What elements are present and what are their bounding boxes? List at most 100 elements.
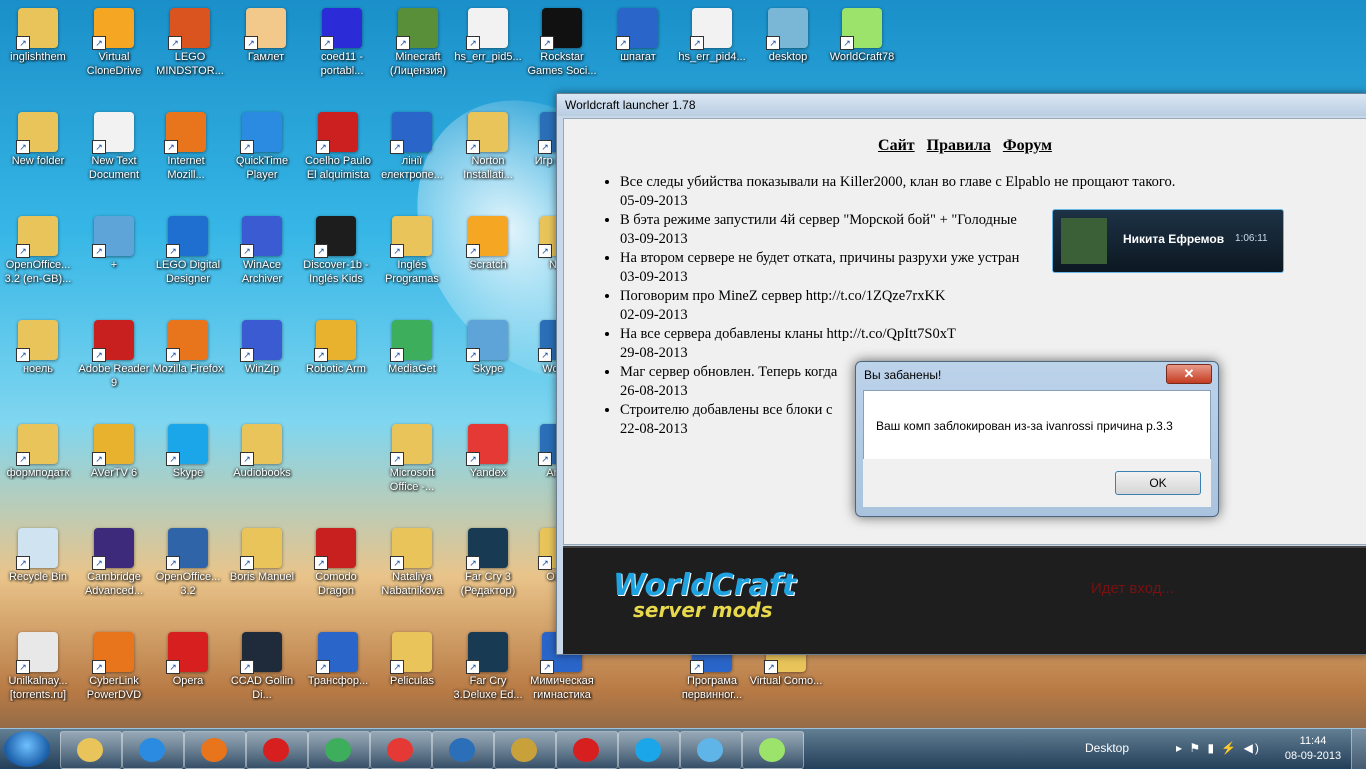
desktop-icon[interactable]: ↗ inglishthem — [0, 4, 76, 104]
shortcut-arrow-icon: ↗ — [314, 556, 328, 570]
desktop-icon[interactable]: ↗ Rockstar Games Soci... — [524, 4, 600, 104]
shortcut-arrow-icon: ↗ — [538, 244, 552, 258]
news-item: На все сервера добавлены кланы http://t.… — [620, 325, 1366, 363]
desktop-icon[interactable]: ↗ desktop — [750, 4, 826, 104]
desktop-icon[interactable]: ↗ coed11 -portabl... — [304, 4, 380, 104]
desktop-icon[interactable]: ↗ Opera — [150, 628, 226, 728]
desktop-icon[interactable]: ↗ WorldCraft78 — [824, 4, 900, 104]
desktop-icon[interactable]: ↗ Far Cry 3 (Редактор) — [450, 524, 526, 624]
dialog-message: Ваш комп заблокирован из-за ivanrossi пр… — [876, 419, 1173, 433]
desktop-icon[interactable]: ↗ AVerTV 6 — [76, 420, 152, 520]
desktop-icon[interactable]: ↗ Yandex — [450, 420, 526, 520]
desktop-icon[interactable]: ↗ LEGO MINDSTOR... — [152, 4, 228, 104]
shortcut-arrow-icon: ↗ — [538, 140, 552, 154]
desktop-icon[interactable]: ↗ Skype — [150, 420, 226, 520]
news-link[interactable]: http://t.co/QpItt7S0xT — [827, 326, 956, 342]
desktop-icon[interactable]: ↗ Coelho Paulo El alquimista — [300, 108, 376, 208]
taskbar-skype-button[interactable] — [618, 731, 680, 769]
desktop-icon[interactable]: ↗ Mozilla Firefox — [150, 316, 226, 416]
desktop-icon[interactable]: ↗ Adobe Reader 9 — [76, 316, 152, 416]
desktop-icon[interactable]: ↗ формподатк — [0, 420, 76, 520]
desktop-icon[interactable]: ↗ шпагат — [600, 4, 676, 104]
ban-dialog[interactable]: Вы забанены! ✕ Ваш комп заблокирован из-… — [855, 361, 1219, 517]
shortcut-arrow-icon: ↗ — [690, 660, 704, 674]
desktop-icon[interactable]: ↗ Peliculas — [374, 628, 450, 728]
dialog-close-button[interactable]: ✕ — [1166, 364, 1212, 384]
taskbar-network-button[interactable] — [680, 731, 742, 769]
clock[interactable]: 11:44 08-09-2013 — [1283, 734, 1343, 764]
desktop-icon[interactable]: ↗ OpenOffice... 3.2 (en-GB)... — [0, 212, 76, 312]
taskbar-chrome-button[interactable] — [308, 731, 370, 769]
tray-desktop-label[interactable]: Desktop — [1085, 741, 1129, 755]
desktop-icon-image: ↗ — [540, 8, 582, 50]
nav-rules-link[interactable]: Правила — [927, 137, 991, 154]
desktop-icon[interactable]: ↗ Discover-1b - Inglés Kids — [298, 212, 374, 312]
desktop-icon[interactable]: ↗ Robotic Arm — [298, 316, 374, 416]
shortcut-arrow-icon: ↗ — [92, 348, 106, 362]
desktop-icon[interactable]: ↗ Inglés Programas — [374, 212, 450, 312]
desktop-icon[interactable]: ↗ WinAce Archiver — [224, 212, 300, 312]
desktop-icon[interactable]: ↗ Minecraft (Лицензия) — [380, 4, 456, 104]
taskbar-firefox-button[interactable] — [184, 731, 246, 769]
tray-icons[interactable]: ▸ ⚑ ▮ ⚡ ◀) — [1176, 741, 1261, 755]
desktop-icon[interactable]: ↗ hs_err_pid4... — [674, 4, 750, 104]
desktop-icon[interactable]: ↗ Cambridge Advanced... — [76, 524, 152, 624]
nav-forum-link[interactable]: Форум — [1003, 137, 1052, 154]
desktop-icon[interactable]: ↗ Гамлет — [228, 4, 304, 104]
start-button[interactable] — [4, 731, 50, 767]
desktop-icon[interactable]: ↗ Audiobooks — [224, 420, 300, 520]
desktop-icon[interactable]: ↗ Far Cry 3.Deluxe Ed... — [450, 628, 526, 728]
taskbar-worldcraft-button[interactable] — [742, 731, 804, 769]
dialog-ok-button[interactable]: OK — [1115, 471, 1201, 495]
desktop-icon-label: Mozilla Firefox — [152, 363, 224, 375]
news-link[interactable]: http://t.co/1ZQze7rxKK — [806, 288, 946, 304]
notification-toast[interactable]: Никита Ефремов 1:06:11 — [1052, 209, 1284, 273]
desktop-icon-label: Unilkalnay... [torrents.ru] — [8, 675, 68, 701]
nav-site-link[interactable]: Сайт — [878, 137, 915, 154]
launcher-title-bar[interactable]: Worldcraft launcher 1.78 — [557, 94, 1366, 116]
desktop-icon[interactable]: ↗ Nataliya Nabatnikova — [374, 524, 450, 624]
taskbar-yandex-button[interactable] — [370, 731, 432, 769]
desktop-icon[interactable]: ↗ Scratch — [450, 212, 526, 312]
desktop-icon[interactable]: ↗ Comodo Dragon — [298, 524, 374, 624]
news-text: В бэта режиме запустили 4й сервер "Морск… — [620, 212, 1017, 228]
desktop-icon[interactable]: ↗ Recycle Bin — [0, 524, 76, 624]
desktop-icon[interactable]: ↗ Boris Manuel — [224, 524, 300, 624]
desktop-icon[interactable]: ↗ Microsoft Office -... — [374, 420, 450, 520]
desktop-icon[interactable]: ↗ LEGO Digital Designer — [150, 212, 226, 312]
taskbar-internet-explorer-button[interactable] — [122, 731, 184, 769]
desktop-icon[interactable]: ↗ Virtual CloneDrive — [76, 4, 152, 104]
desktop-icon[interactable]: ↗ New folder — [0, 108, 76, 208]
show-desktop-button[interactable] — [1351, 729, 1366, 769]
media-icon — [511, 738, 537, 762]
desktop-icon[interactable]: ↗ лінії електропе... — [374, 108, 450, 208]
desktop-icon[interactable]: ↗ New Text Document — [76, 108, 152, 208]
desktop-icon-label: LEGO MINDSTOR... — [156, 51, 224, 77]
taskbar-comodo-button[interactable] — [556, 731, 618, 769]
desktop-icon[interactable]: ↗ Трансфор... — [300, 628, 376, 728]
desktop-icon[interactable]: ↗ ноель — [0, 316, 76, 416]
desktop-icon-label: Audiobooks — [233, 467, 291, 479]
desktop-icon[interactable]: ↗ Internet Mozill... — [148, 108, 224, 208]
desktop-icon[interactable]: ↗ CCAD Gollin Di... — [224, 628, 300, 728]
desktop-icon[interactable]: ↗ QuickTime Player — [224, 108, 300, 208]
taskbar-mail-button[interactable] — [432, 731, 494, 769]
shortcut-arrow-icon: ↗ — [164, 140, 178, 154]
taskbar-explorer-button[interactable] — [60, 731, 122, 769]
desktop-icon[interactable]: ↗ Unilkalnay... [torrents.ru] — [0, 628, 76, 728]
desktop-icon-label: лінії електропе... — [381, 155, 443, 181]
desktop-icon[interactable]: ↗ MediaGet — [374, 316, 450, 416]
desktop-icon[interactable]: ↗ CyberLink PowerDVD — [76, 628, 152, 728]
taskbar-opera-button[interactable] — [246, 731, 308, 769]
desktop-icon-image: ↗ — [390, 320, 432, 362]
shortcut-arrow-icon: ↗ — [390, 556, 404, 570]
shortcut-arrow-icon: ↗ — [466, 140, 480, 154]
desktop-icon[interactable]: ↗ WinZip — [224, 316, 300, 416]
desktop-icon[interactable]: ↗ hs_err_pid5... — [450, 4, 526, 104]
desktop-icon[interactable]: ↗ Norton Installati... — [450, 108, 526, 208]
desktop-icon[interactable]: ↗ OpenOffice... 3.2 — [150, 524, 226, 624]
desktop-icon-label: Discover-1b - Inglés Kids — [303, 259, 369, 285]
desktop-icon[interactable]: ↗ + — [76, 212, 152, 312]
desktop-icon[interactable]: ↗ Skype — [450, 316, 526, 416]
taskbar-media-button[interactable] — [494, 731, 556, 769]
